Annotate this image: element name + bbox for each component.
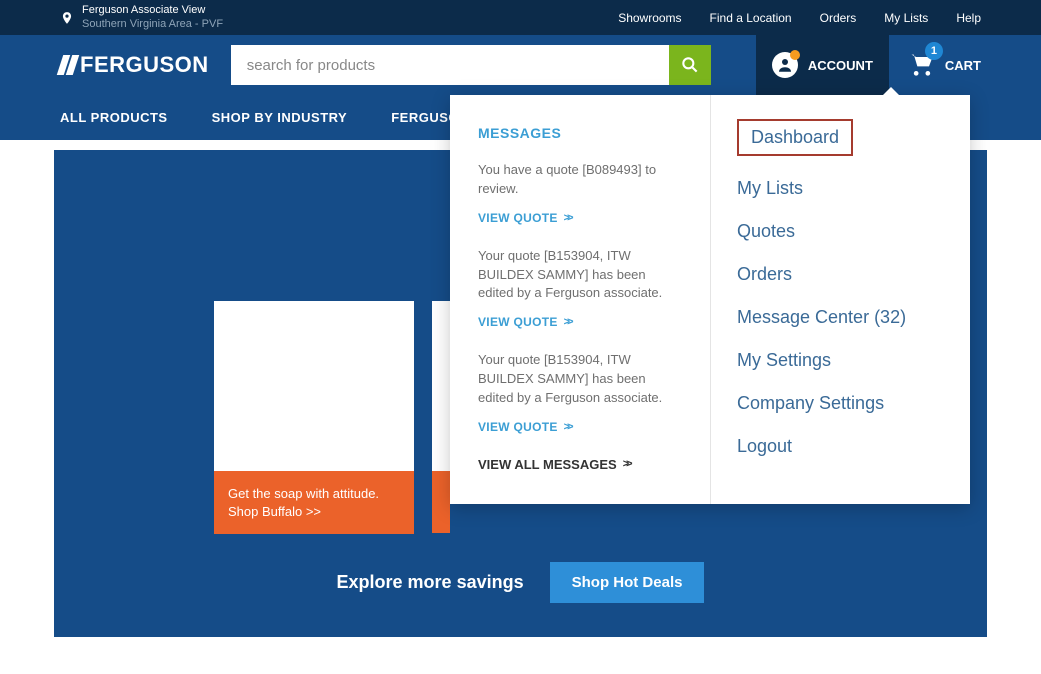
chevron-right-icon: >>: [564, 316, 571, 328]
account-label: ACCOUNT: [808, 58, 873, 73]
messages-heading: MESSAGES: [478, 125, 682, 141]
top-bar: Ferguson Associate View Southern Virgini…: [0, 0, 1041, 35]
chevron-right-icon: >>: [623, 458, 630, 470]
associate-view-label: Ferguson Associate View Southern Virgini…: [60, 4, 223, 30]
message-item: Your quote [B153904, ITW BUILDEX SAMMY] …: [478, 351, 682, 408]
explore-text: Explore more savings: [337, 572, 524, 593]
menu-logout[interactable]: Logout: [737, 436, 944, 457]
promo-card-image: [214, 301, 414, 471]
search-button[interactable]: [669, 45, 711, 85]
menu-company-settings[interactable]: Company Settings: [737, 393, 944, 414]
search-wrap: [231, 45, 711, 85]
notification-dot-icon: [790, 50, 800, 60]
location-pin-icon: [60, 9, 74, 27]
promo-card-caption: Get the soap with attitude. Shop Buffalo…: [214, 471, 414, 534]
nav-all-products[interactable]: ALL PRODUCTS: [60, 110, 168, 125]
nav-shop-by-industry[interactable]: SHOP BY INDUSTRY: [212, 110, 348, 125]
topbar-link-find-location[interactable]: Find a Location: [710, 11, 792, 25]
topbar-link-orders[interactable]: Orders: [820, 11, 857, 25]
chevron-right-icon: >>: [564, 212, 571, 224]
message-item: You have a quote [B089493] to review.: [478, 161, 682, 199]
menu-my-lists[interactable]: My Lists: [737, 178, 944, 199]
cart-count-badge: 1: [925, 42, 943, 60]
header-bar: FERGUSON ACCOUNT 1 CART: [0, 35, 1041, 95]
cart-icon: 1: [907, 50, 937, 81]
menu-quotes[interactable]: Quotes: [737, 221, 944, 242]
search-icon: [680, 55, 700, 75]
view-quote-link[interactable]: VIEW QUOTE>>: [478, 420, 571, 434]
topbar-subtitle: Southern Virginia Area - PVF: [82, 18, 223, 31]
promo-card-image: [432, 301, 450, 471]
account-icon: [772, 52, 798, 78]
view-quote-link[interactable]: VIEW QUOTE>>: [478, 315, 571, 329]
menu-message-center[interactable]: Message Center (32): [737, 307, 944, 328]
dropdown-menu-panel: Dashboard My Lists Quotes Orders Message…: [710, 95, 970, 504]
chevron-right-icon: >>: [564, 421, 571, 433]
view-quote-link[interactable]: VIEW QUOTE>>: [478, 211, 571, 225]
logo-stripes-icon: [57, 55, 79, 75]
nav-ferguson-partial[interactable]: FERGUSO: [391, 110, 459, 125]
view-all-messages-link[interactable]: VIEW ALL MESSAGES>>: [478, 457, 630, 472]
topbar-links: Showrooms Find a Location Orders My List…: [618, 11, 981, 25]
topbar-link-my-lists[interactable]: My Lists: [884, 11, 928, 25]
topbar-link-help[interactable]: Help: [956, 11, 981, 25]
menu-my-settings[interactable]: My Settings: [737, 350, 944, 371]
cart-label: CART: [945, 58, 981, 73]
shop-hot-deals-button[interactable]: Shop Hot Deals: [550, 562, 705, 603]
account-dropdown: MESSAGES You have a quote [B089493] to r…: [450, 95, 970, 504]
topbar-title: Ferguson Associate View: [82, 4, 223, 17]
message-item: Your quote [B153904, ITW BUILDEX SAMMY] …: [478, 247, 682, 304]
promo-card-caption-partial: [432, 471, 450, 533]
logo[interactable]: FERGUSON: [60, 52, 209, 78]
promo-card-1[interactable]: Get the soap with attitude. Shop Buffalo…: [214, 301, 414, 534]
promo-card-2-partial[interactable]: [432, 301, 450, 534]
menu-orders[interactable]: Orders: [737, 264, 944, 285]
search-input[interactable]: [231, 45, 669, 85]
logo-text: FERGUSON: [80, 52, 209, 78]
topbar-link-showrooms[interactable]: Showrooms: [618, 11, 681, 25]
menu-dashboard[interactable]: Dashboard: [737, 119, 853, 156]
dropdown-arrow-icon: [882, 87, 900, 96]
cart-button[interactable]: 1 CART: [889, 50, 981, 81]
account-button[interactable]: ACCOUNT: [756, 35, 889, 95]
dropdown-messages-panel: MESSAGES You have a quote [B089493] to r…: [450, 95, 710, 504]
